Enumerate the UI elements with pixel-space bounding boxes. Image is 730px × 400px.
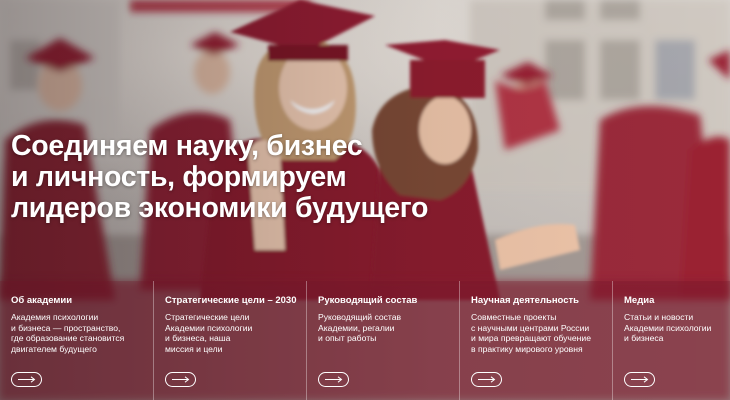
arrow-right-icon (324, 376, 342, 383)
arrow-right-icon (477, 376, 495, 383)
headline-line: лидеров экономики будущего (11, 192, 429, 224)
card-text: Руководящий состав Академии, регалии и о… (318, 312, 402, 344)
arrow-right-icon (171, 376, 189, 383)
card-title: Медиа (624, 295, 655, 306)
card-title: Об академии (11, 295, 73, 306)
arrow-right-icon (17, 376, 35, 383)
card-about[interactable]: Об академии Академия психологии и бизнес… (0, 281, 153, 400)
card-arrow-button[interactable] (11, 372, 42, 387)
card-title: Научная деятельность (471, 295, 580, 306)
card-strategic-goals[interactable]: Стратегические цели – 2030 Стратегически… (153, 281, 306, 400)
nav-cards: Об академии Академия психологии и бизнес… (0, 281, 730, 400)
card-arrow-button[interactable] (624, 372, 655, 387)
card-title: Руководящий состав (318, 295, 418, 306)
hero-banner: Соединяем науку, бизнес и личность, форм… (0, 0, 730, 400)
card-text: Академия психологии и бизнеса — простран… (11, 312, 125, 354)
headline-line: Соединяем науку, бизнес (11, 130, 363, 162)
card-text: Стратегические цели Академии психологии … (165, 312, 253, 354)
card-arrow-button[interactable] (318, 372, 349, 387)
headline-line: и личность, формируем (11, 161, 347, 193)
card-text: Статьи и новости Академии психологии и б… (624, 312, 712, 344)
card-title: Стратегические цели – 2030 (165, 295, 297, 306)
card-media[interactable]: Медиа Статьи и новости Академии психолог… (612, 281, 730, 400)
card-arrow-button[interactable] (471, 372, 502, 387)
card-text: Совместные проекты с научными центрами Р… (471, 312, 592, 354)
arrow-right-icon (630, 376, 648, 383)
hero-headline: Соединяем науку, бизнес и личность, форм… (11, 131, 471, 224)
card-arrow-button[interactable] (165, 372, 196, 387)
card-research[interactable]: Научная деятельность Совместные проекты … (459, 281, 612, 400)
card-leadership[interactable]: Руководящий состав Руководящий состав Ак… (306, 281, 459, 400)
